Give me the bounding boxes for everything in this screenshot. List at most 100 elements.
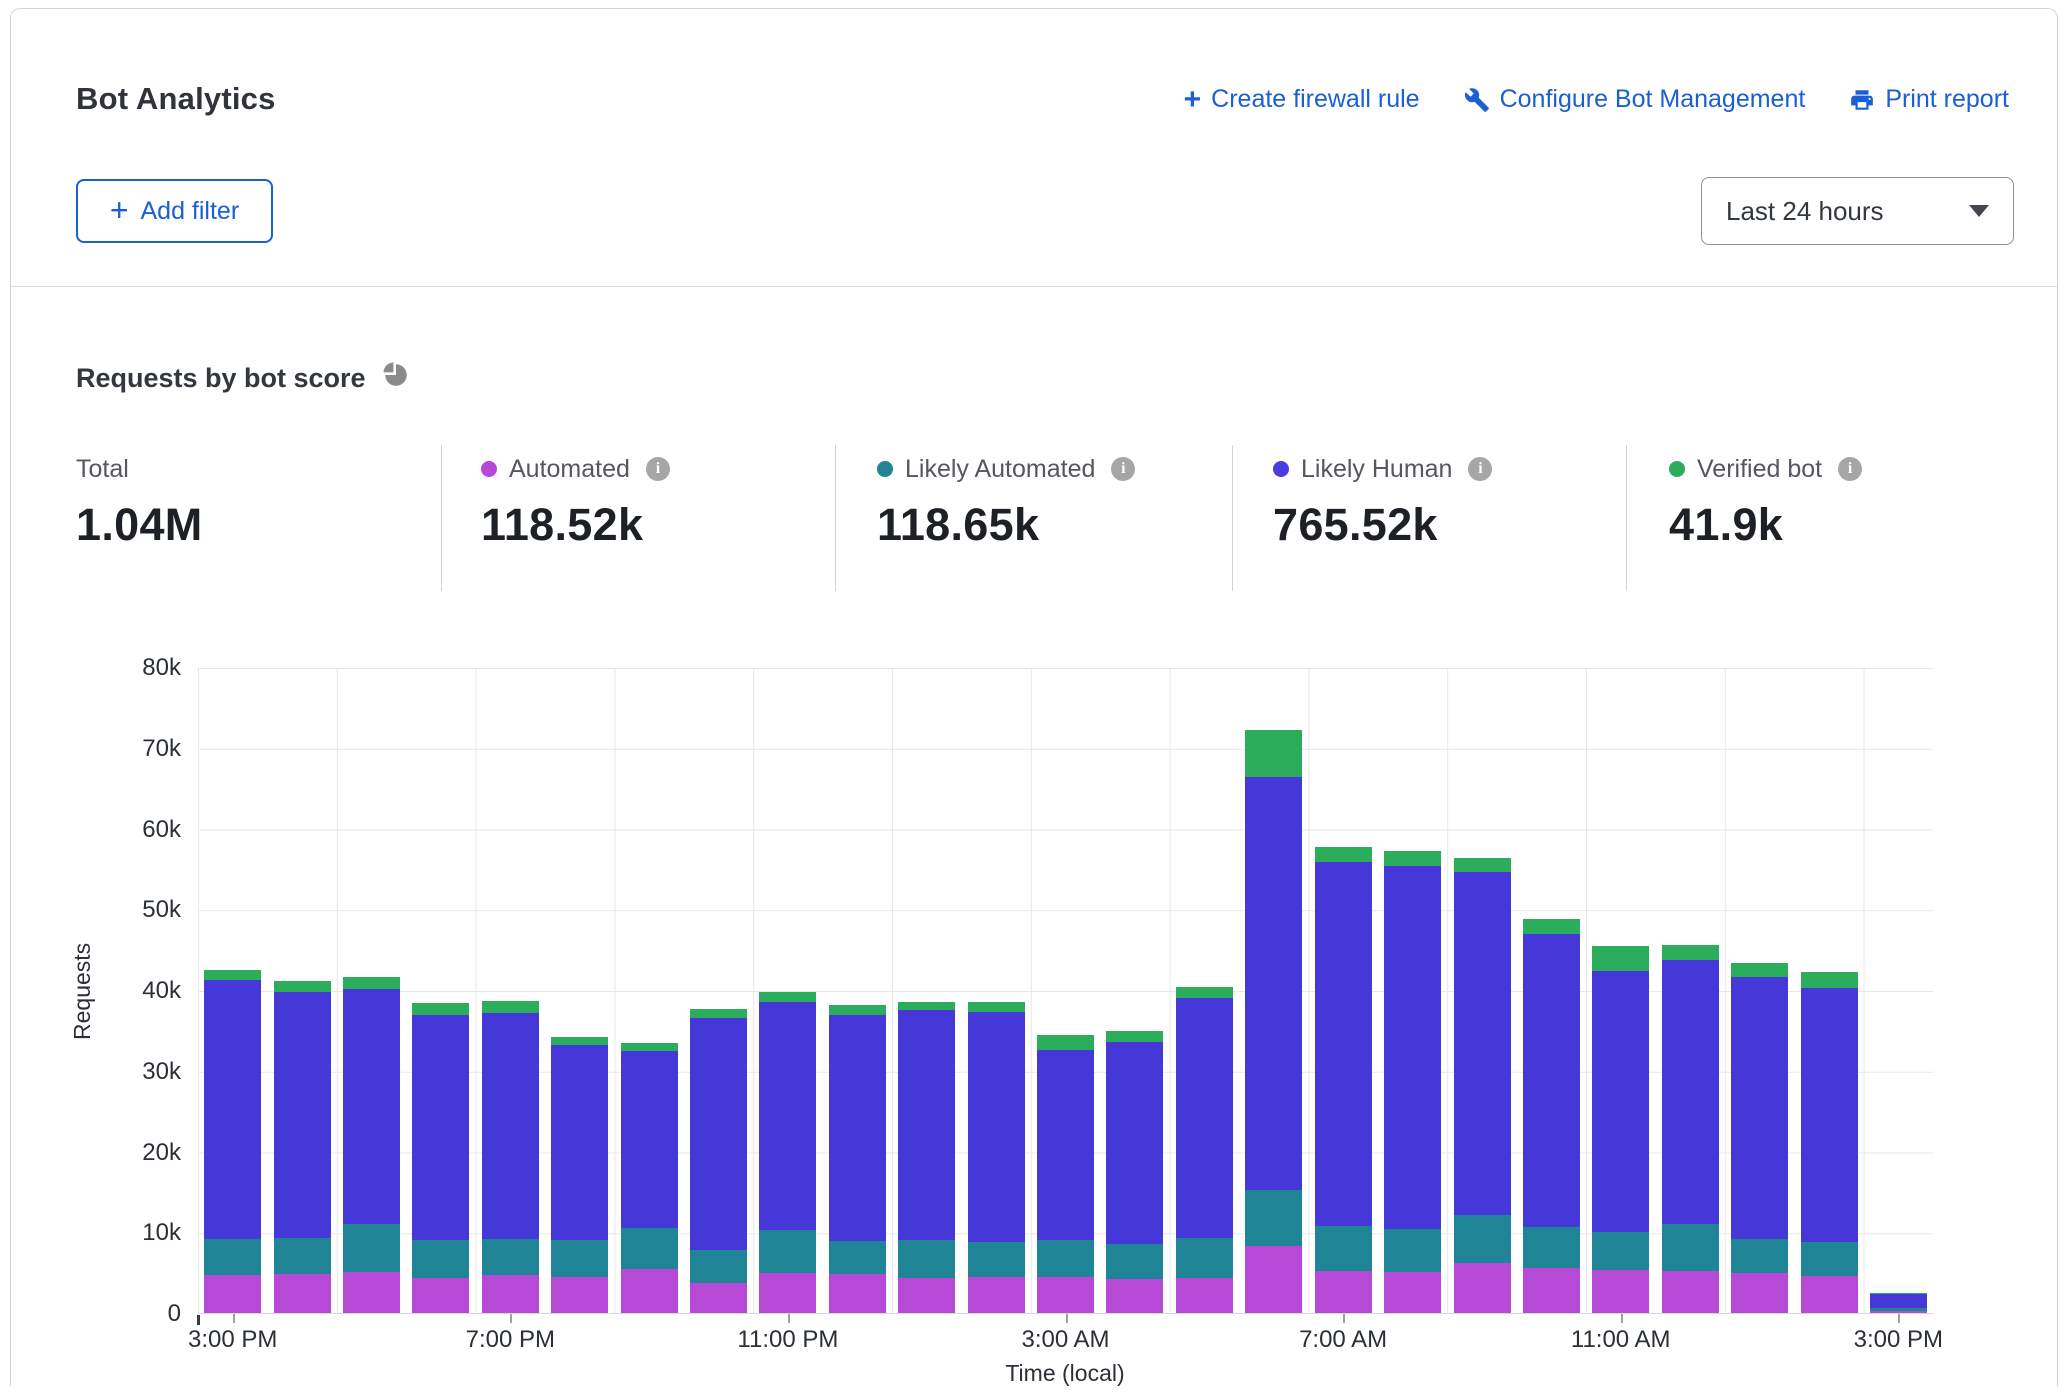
bar-segment-verified-bot	[898, 1002, 955, 1010]
bar-segment-likely-human	[274, 992, 331, 1238]
add-filter-button[interactable]: + Add filter	[76, 179, 273, 243]
stacked-bar	[621, 1043, 678, 1313]
stacked-bar	[1245, 730, 1302, 1313]
chevron-down-icon	[1969, 205, 1989, 217]
bar-group[interactable]	[1309, 668, 1378, 1313]
bar-segment-automated	[412, 1278, 469, 1314]
info-icon[interactable]: i	[1111, 457, 1135, 481]
bar-group[interactable]	[1170, 668, 1239, 1313]
bar-segment-likely-human	[482, 1013, 539, 1239]
bar-group[interactable]	[1656, 668, 1725, 1313]
bar-group[interactable]	[1794, 668, 1863, 1313]
y-tick-label: 70k	[119, 735, 181, 763]
stat-label: Automated	[509, 455, 630, 484]
info-icon[interactable]: i	[1838, 457, 1862, 481]
bar-group[interactable]	[1447, 668, 1516, 1313]
y-tick-label: 10k	[119, 1219, 181, 1247]
bar-segment-verified-bot	[274, 981, 331, 992]
info-icon[interactable]: i	[1468, 457, 1492, 481]
automated-legend-dot	[481, 461, 497, 477]
bar-segment-likely-human	[412, 1015, 469, 1240]
x-tick-mark	[1898, 1314, 1900, 1323]
bar-segment-likely-automated	[1106, 1244, 1163, 1279]
print-report-link[interactable]: Print report	[1849, 85, 2009, 114]
y-tick-label: 40k	[119, 977, 181, 1005]
x-tick-label: 11:00 PM	[737, 1326, 838, 1354]
bar-segment-likely-automated	[551, 1240, 608, 1276]
bar-segment-likely-human	[621, 1051, 678, 1228]
stacked-bar	[690, 1009, 747, 1313]
bar-group[interactable]	[1517, 668, 1586, 1313]
header-actions: + Create firewall rule Configure Bot Man…	[1184, 85, 2009, 114]
bar-segment-verified-bot	[1801, 972, 1858, 987]
y-tick-label: 20k	[119, 1139, 181, 1167]
bar-segment-automated	[1523, 1268, 1580, 1313]
bar-segment-likely-automated	[1315, 1226, 1372, 1271]
x-tick-mark	[233, 1314, 235, 1323]
y-tick-label: 80k	[119, 654, 181, 682]
time-range-select[interactable]: Last 24 hours	[1701, 177, 2014, 245]
bar-segment-automated	[1870, 1311, 1927, 1313]
y-tick-label: 60k	[119, 816, 181, 844]
bar-segment-automated	[1592, 1270, 1649, 1313]
create-firewall-rule-link[interactable]: + Create firewall rule	[1184, 85, 1420, 114]
stat-label: Likely Human	[1301, 455, 1452, 484]
bar-group[interactable]	[476, 668, 545, 1313]
bar-group[interactable]	[267, 668, 336, 1313]
stacked-bar	[829, 1005, 886, 1313]
bar-segment-likely-automated	[1662, 1224, 1719, 1271]
bar-segment-likely-human	[1037, 1050, 1094, 1241]
bar-segment-automated	[759, 1273, 816, 1313]
bar-group[interactable]	[1864, 668, 1933, 1313]
stat-divider	[1626, 445, 1627, 591]
bar-group[interactable]	[1586, 668, 1655, 1313]
x-tick-mark	[1343, 1314, 1345, 1323]
bar-segment-likely-automated	[690, 1250, 747, 1283]
bot-analytics-card: Bot Analytics + Create firewall rule Con…	[10, 8, 2058, 1386]
bar-segment-likely-human	[343, 989, 400, 1224]
bar-segment-automated	[968, 1277, 1025, 1313]
bar-group[interactable]	[1725, 668, 1794, 1313]
bar-group[interactable]	[1100, 668, 1169, 1313]
bar-group[interactable]	[684, 668, 753, 1313]
bar-segment-verified-bot	[1662, 945, 1719, 960]
header-divider	[11, 286, 2057, 287]
x-tick-mark	[1621, 1314, 1623, 1323]
bar-group[interactable]	[823, 668, 892, 1313]
bar-segment-verified-bot	[482, 1001, 539, 1013]
verified-bot-legend-dot	[1669, 461, 1685, 477]
bar-group[interactable]	[892, 668, 961, 1313]
bar-group[interactable]	[753, 668, 822, 1313]
bar-group[interactable]	[198, 668, 267, 1313]
configure-bot-management-link[interactable]: Configure Bot Management	[1464, 85, 1806, 114]
bar-group[interactable]	[406, 668, 475, 1313]
bar-segment-likely-automated	[274, 1238, 331, 1274]
bar-segment-verified-bot	[1454, 858, 1511, 873]
bar-segment-likely-automated	[829, 1241, 886, 1274]
bar-segment-likely-human	[1176, 998, 1233, 1238]
bot-analytics-page: Bot Analytics + Create firewall rule Con…	[0, 0, 2070, 1394]
stacked-bar	[551, 1037, 608, 1313]
stat-likely-human: Likely Human i 765.52k	[1273, 453, 1492, 551]
page-title: Bot Analytics	[76, 81, 276, 117]
stacked-bar	[1106, 1031, 1163, 1313]
bar-group[interactable]	[614, 668, 683, 1313]
plus-icon: +	[110, 198, 129, 222]
info-icon[interactable]: i	[646, 457, 670, 481]
bar-segment-automated	[551, 1277, 608, 1313]
bar-segment-likely-automated	[343, 1224, 400, 1272]
stat-divider	[441, 445, 442, 591]
bar-group[interactable]	[337, 668, 406, 1313]
stacked-bar	[1454, 858, 1511, 1313]
stat-value: 41.9k	[1669, 499, 1862, 551]
bar-segment-verified-bot	[343, 977, 400, 989]
bar-segment-likely-human	[1106, 1042, 1163, 1245]
bar-group[interactable]	[1239, 668, 1308, 1313]
stat-total: Total 1.04M	[76, 453, 203, 551]
add-filter-label: Add filter	[141, 197, 240, 226]
bar-group[interactable]	[961, 668, 1030, 1313]
bar-segment-verified-bot	[1315, 847, 1372, 862]
bar-group[interactable]	[545, 668, 614, 1313]
bar-group[interactable]	[1378, 668, 1447, 1313]
bar-group[interactable]	[1031, 668, 1100, 1313]
